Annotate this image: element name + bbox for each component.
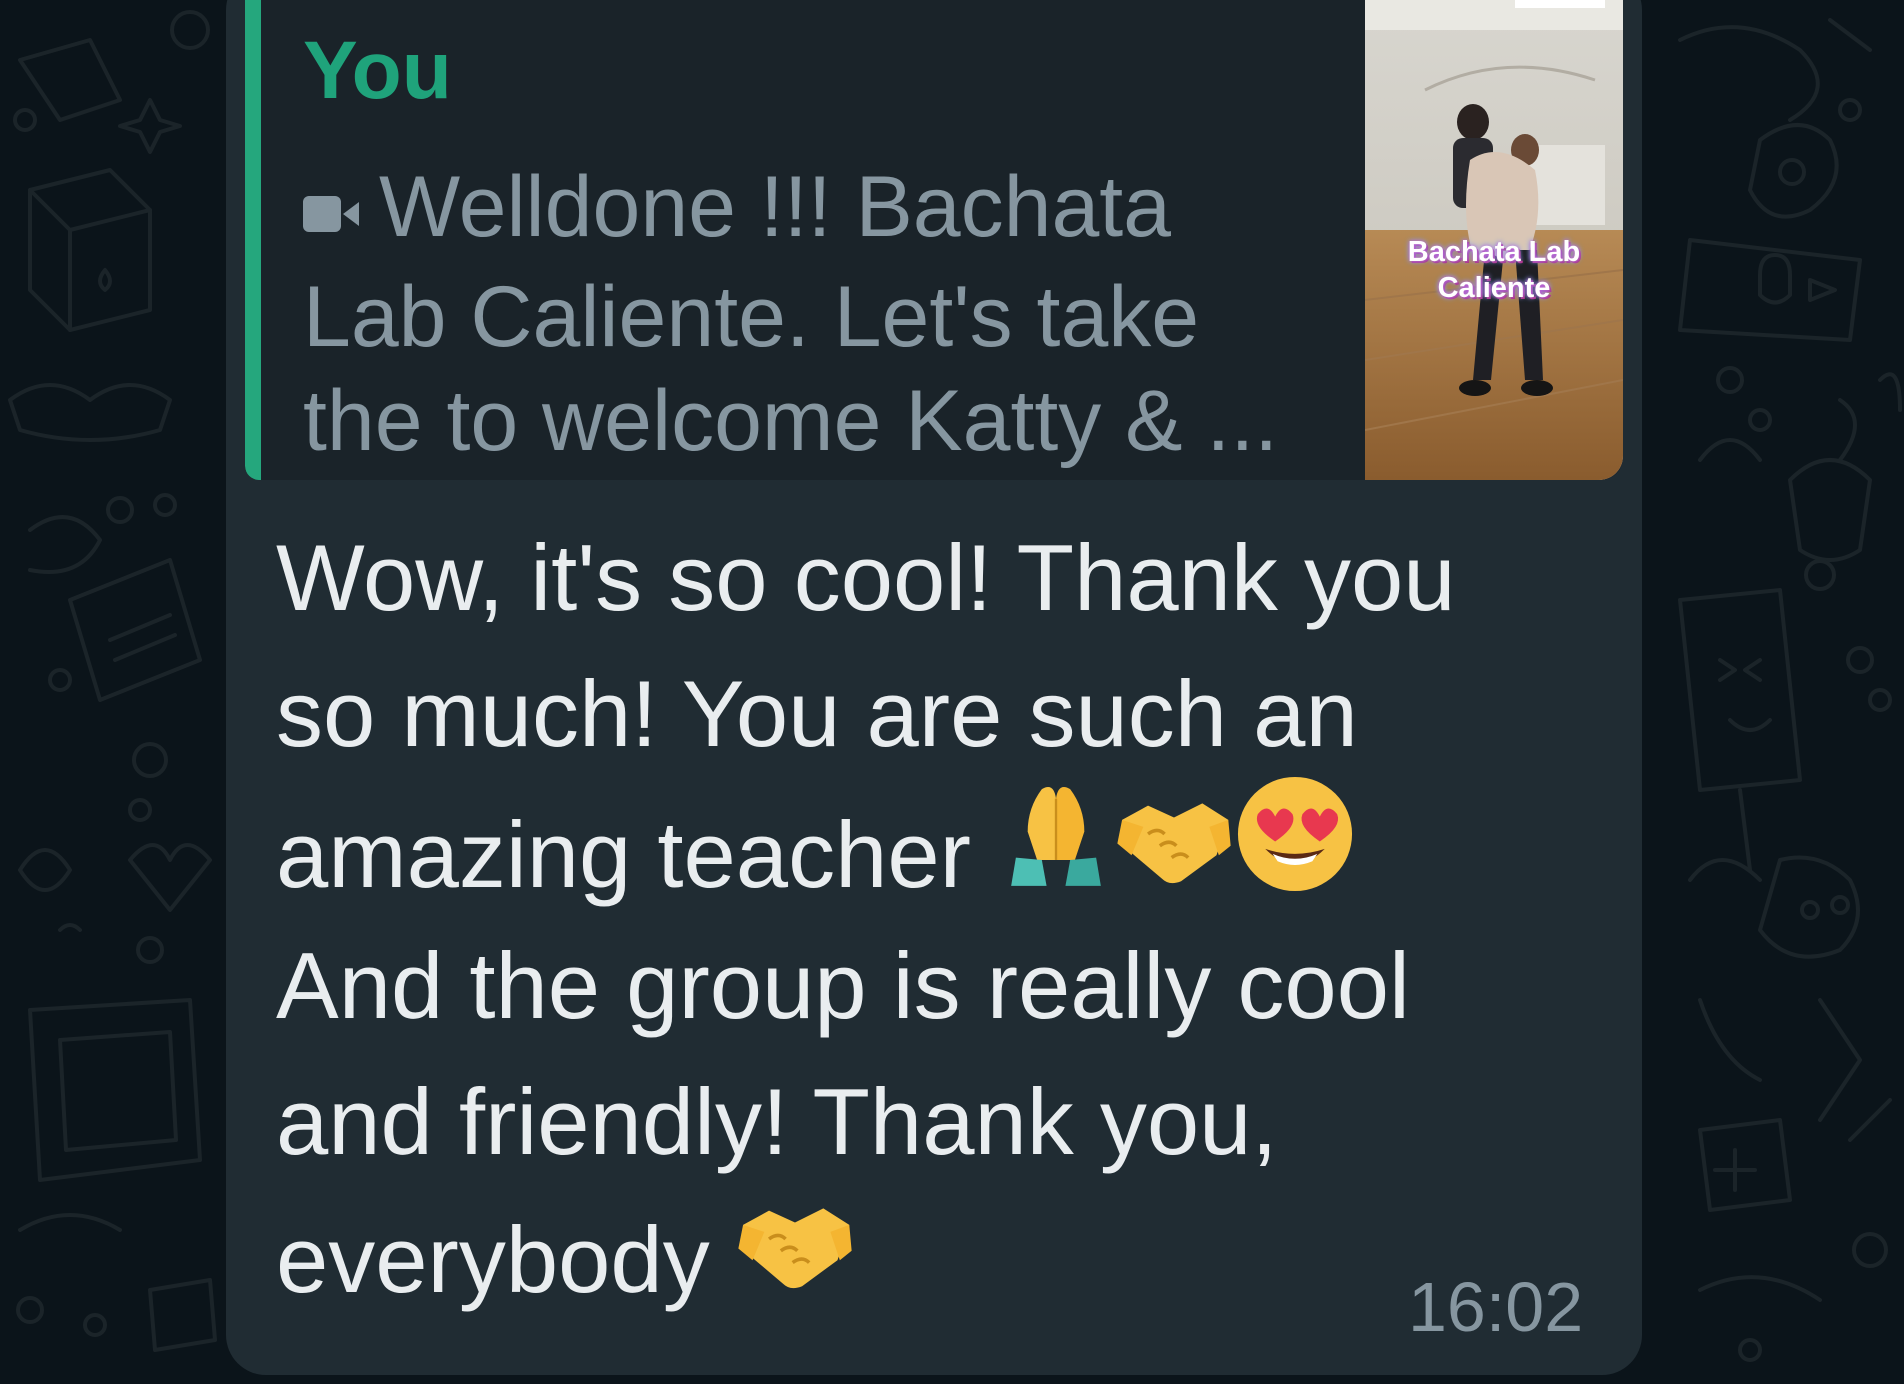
quote-text-line-3: the to welcome Katty & ... [303, 373, 1279, 470]
quoted-message[interactable]: You Welldone !!! Bachata Lab Caliente. L… [245, 0, 1623, 480]
message-line-6-text: everybody [276, 1206, 710, 1312]
quote-accent-bar [245, 0, 261, 480]
video-camera-icon [303, 153, 359, 257]
folded-hands-emoji [997, 775, 1115, 929]
thumbnail-caption-line-2: Caliente [1437, 272, 1551, 304]
quote-text-line-2: Lab Caliente. Let's take [303, 269, 1200, 366]
message-line-4: And the group is really cool [276, 933, 1410, 1038]
quote-text-line-1-label: Welldone !!! Bachata [379, 159, 1172, 255]
message-line-5: and friendly! Thank you, [276, 1069, 1278, 1174]
message-line-6: everybody [276, 1190, 1576, 1326]
message-text: Wow, it's so cool! Thank you so much! Yo… [276, 510, 1576, 1326]
quote-text-line-1: Welldone !!! Bachata [303, 155, 1323, 265]
message-line-3: amazing teacher [276, 776, 1576, 918]
quote-author: You [303, 25, 452, 116]
thumbnail-caption: Bachata Lab Caliente [1365, 234, 1623, 306]
message-timestamp: 16:02 [1408, 1268, 1584, 1346]
video-thumbnail[interactable]: Bachata Lab Caliente [1365, 0, 1623, 480]
handshake-emoji [736, 1180, 854, 1334]
message-line-1: Wow, it's so cool! Thank you [276, 525, 1456, 630]
handshake-emoji [1115, 775, 1233, 929]
quote-text: Welldone !!! Bachata Lab Caliente. Let's… [303, 155, 1323, 473]
thumbnail-caption-line-1: Bachata Lab [1407, 236, 1581, 268]
message-line-3-text: amazing teacher [276, 801, 971, 907]
message-line-2: so much! You are such an [276, 661, 1358, 766]
heart-eyes-emoji [1233, 772, 1357, 932]
